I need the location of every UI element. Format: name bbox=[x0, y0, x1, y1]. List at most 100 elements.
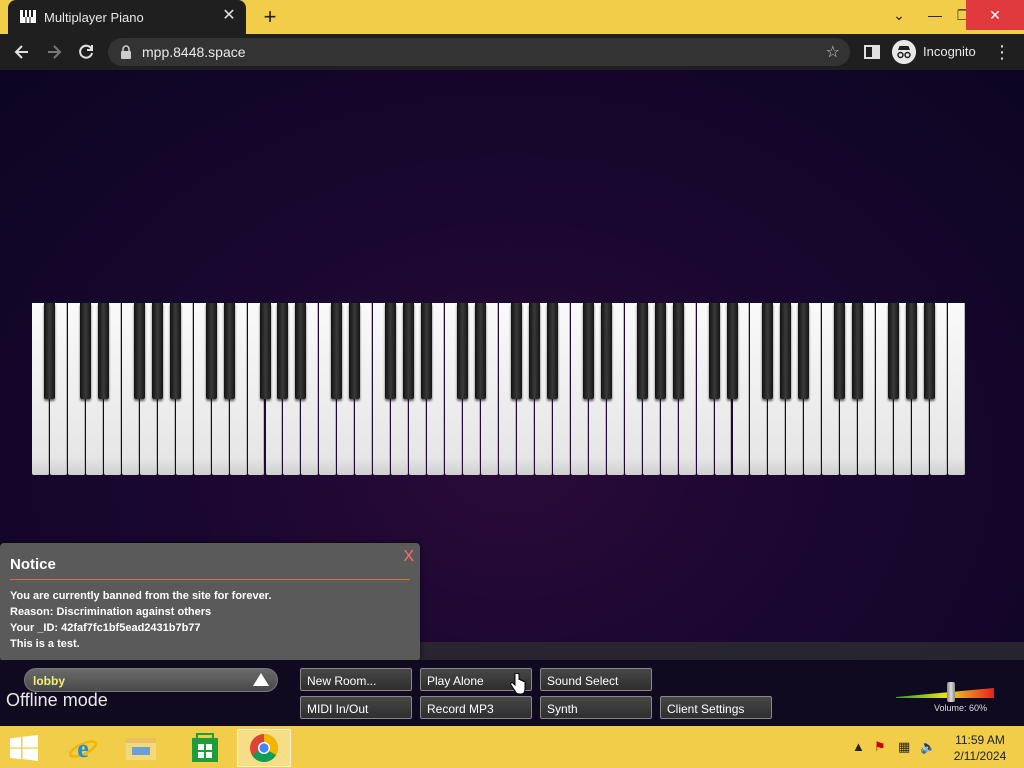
piano-white-key[interactable] bbox=[948, 303, 965, 475]
new-tab-button[interactable]: + bbox=[258, 6, 282, 28]
piano-black-key[interactable] bbox=[331, 303, 343, 399]
synth-button[interactable]: Synth bbox=[540, 696, 652, 719]
notice-divider bbox=[10, 579, 410, 580]
volume-ramp bbox=[896, 688, 994, 698]
piano-black-key[interactable] bbox=[151, 303, 163, 399]
network-icon[interactable]: ▦ bbox=[898, 739, 910, 755]
midi-label: MIDI In/Out bbox=[307, 702, 369, 716]
piano-black-key[interactable] bbox=[259, 303, 271, 399]
piano-black-key[interactable] bbox=[79, 303, 91, 399]
new-room-button[interactable]: New Room... bbox=[300, 668, 412, 691]
piano-black-key[interactable] bbox=[798, 303, 810, 399]
internet-explorer-taskbar-button[interactable]: e bbox=[56, 729, 110, 767]
piano-black-key[interactable] bbox=[457, 303, 469, 399]
piano-black-key[interactable] bbox=[528, 303, 540, 399]
piano-black-key[interactable] bbox=[223, 303, 235, 399]
room-select[interactable]: lobby bbox=[24, 668, 278, 692]
notice-close-button[interactable]: X bbox=[403, 548, 414, 566]
side-panel-icon[interactable] bbox=[862, 42, 882, 62]
lock-icon bbox=[121, 45, 131, 59]
kebab-menu-icon[interactable]: ⋮ bbox=[992, 42, 1012, 62]
piano-black-key[interactable] bbox=[43, 303, 55, 399]
notice-id-line: Your _ID: 42faf7fc1bf5ead2431b7b77 bbox=[10, 622, 201, 634]
notice-title: Notice bbox=[10, 556, 56, 573]
piano-black-key[interactable] bbox=[636, 303, 648, 399]
piano-black-key[interactable] bbox=[421, 303, 433, 399]
piano-black-key[interactable] bbox=[205, 303, 217, 399]
piano-black-key[interactable] bbox=[169, 303, 181, 399]
chrome-taskbar-button[interactable] bbox=[237, 729, 291, 767]
triangle-up-icon[interactable] bbox=[251, 671, 271, 689]
piano-black-key[interactable] bbox=[708, 303, 720, 399]
windows-start-icon[interactable] bbox=[10, 735, 38, 761]
piano-black-key[interactable] bbox=[924, 303, 936, 399]
speaker-muted-icon[interactable]: 🔈 bbox=[920, 739, 936, 755]
notice-test-line: This is a test. bbox=[10, 638, 80, 650]
volume-knob[interactable] bbox=[947, 682, 955, 702]
piano-black-key[interactable] bbox=[672, 303, 684, 399]
piano-black-key[interactable] bbox=[403, 303, 415, 399]
play-alone-label: Play Alone bbox=[427, 674, 484, 688]
tab-close-icon[interactable]: ✕ bbox=[220, 7, 238, 25]
action-center-flag-icon[interactable]: ⚑ bbox=[874, 739, 886, 755]
client-settings-button[interactable]: Client Settings bbox=[660, 696, 772, 719]
tray-overflow-icon[interactable]: ▲ bbox=[852, 739, 865, 754]
tab-title: Multiplayer Piano bbox=[44, 10, 144, 25]
piano-black-key[interactable] bbox=[654, 303, 666, 399]
controls-bar: lobby Offline mode New Room... Play Alon… bbox=[0, 660, 1024, 726]
volume-label: Volume: 60% bbox=[934, 703, 988, 713]
address-bar[interactable]: mpp.8448.space ☆ bbox=[108, 38, 850, 66]
clock-time: 11:59 AM bbox=[955, 733, 1005, 747]
sound-select-button[interactable]: Sound Select bbox=[540, 668, 652, 691]
incognito-icon bbox=[892, 40, 916, 64]
piano-black-key[interactable] bbox=[349, 303, 361, 399]
piano-black-key[interactable] bbox=[295, 303, 307, 399]
record-mp3-button[interactable]: Record MP3 bbox=[420, 696, 532, 719]
piano-black-key[interactable] bbox=[475, 303, 487, 399]
volume-control[interactable]: Volume: 60% bbox=[896, 682, 994, 713]
taskbar: e ▲ ⚑ ▦ 🔈 11:59 AM 2/11/2024 bbox=[0, 726, 1024, 768]
star-icon[interactable]: ☆ bbox=[826, 42, 840, 62]
chrome-icon bbox=[250, 734, 278, 762]
taskbar-clock[interactable]: 11:59 AM 2/11/2024 bbox=[940, 732, 1020, 764]
notice-reason-line: Reason: Discrimination against others bbox=[10, 606, 212, 618]
synth-label: Synth bbox=[547, 702, 578, 716]
client-settings-label: Client Settings bbox=[667, 702, 745, 716]
incognito-label: Incognito bbox=[923, 44, 976, 59]
folder-icon bbox=[126, 738, 156, 760]
piano-black-key[interactable] bbox=[385, 303, 397, 399]
piano-black-key[interactable] bbox=[726, 303, 738, 399]
arrow-left-icon[interactable] bbox=[12, 42, 32, 62]
window-close-icon[interactable]: ✕ bbox=[966, 0, 1024, 30]
piano-black-key[interactable] bbox=[510, 303, 522, 399]
file-explorer-taskbar-button[interactable] bbox=[114, 729, 168, 767]
notice-ban-line: You are currently banned from the site f… bbox=[10, 590, 272, 602]
arrow-right-icon[interactable] bbox=[44, 42, 64, 62]
internet-explorer-icon: e bbox=[68, 734, 98, 763]
record-mp3-label: Record MP3 bbox=[427, 702, 494, 716]
tab-search-icon[interactable]: ⌄ bbox=[882, 0, 916, 30]
piano-black-key[interactable] bbox=[133, 303, 145, 399]
piano-black-key[interactable] bbox=[277, 303, 289, 399]
reload-icon[interactable] bbox=[76, 42, 96, 62]
piano-black-key[interactable] bbox=[546, 303, 558, 399]
piano-black-key[interactable] bbox=[582, 303, 594, 399]
piano-black-key[interactable] bbox=[906, 303, 918, 399]
piano-black-key[interactable] bbox=[600, 303, 612, 399]
browser-tab[interactable]: Multiplayer Piano ✕ bbox=[8, 0, 246, 34]
piano-black-key[interactable] bbox=[762, 303, 774, 399]
store-icon bbox=[192, 733, 218, 762]
notice-dialog: Notice X You are currently banned from t… bbox=[0, 543, 420, 669]
piano-black-key[interactable] bbox=[888, 303, 900, 399]
piano-page: Notice X You are currently banned from t… bbox=[0, 70, 1024, 726]
piano-black-key[interactable] bbox=[780, 303, 792, 399]
clock-date: 2/11/2024 bbox=[953, 749, 1007, 763]
svg-text:e: e bbox=[77, 734, 89, 763]
url-text: mpp.8448.space bbox=[142, 44, 246, 60]
piano-black-key[interactable] bbox=[852, 303, 864, 399]
piano-keyboard[interactable] bbox=[32, 303, 966, 475]
midi-button[interactable]: MIDI In/Out bbox=[300, 696, 412, 719]
store-taskbar-button[interactable] bbox=[178, 729, 232, 767]
piano-black-key[interactable] bbox=[97, 303, 109, 399]
piano-black-key[interactable] bbox=[834, 303, 846, 399]
